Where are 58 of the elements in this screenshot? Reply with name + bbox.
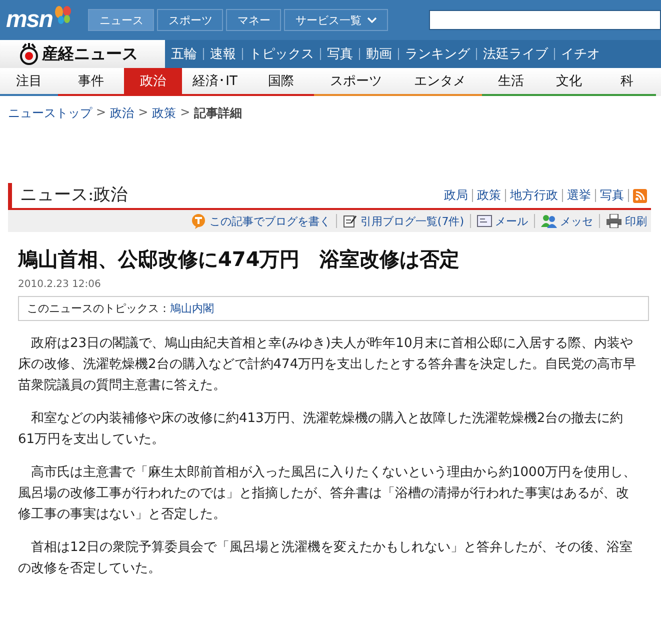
article-paragraph: 首相は12日の衆院予算委員会で「風呂場と洗濯機を変えたかもしれない」と答弁したが、その後、浴室の改修を否定していた。 (18, 539, 634, 578)
nav-tab[interactable]: マネー (226, 9, 282, 31)
article-paragraph: 高市氏は主意書で「麻生太郎前首相が入った風呂に入りたくないという理由から約1000万円を使用し、風呂場の改修工事が行われたのでは」と指摘したが、答弁書は「浴槽の清掃が行われた事実はあるが、改修工事の事実はない」と否定した。 (18, 464, 638, 524)
toolbar-link[interactable]: この記事でブログを書く (209, 214, 330, 228)
category-tab[interactable]: 文化 (540, 68, 598, 96)
logo-mark-icon (18, 43, 40, 65)
breadcrumb-separator: > (138, 105, 148, 121)
nav-link[interactable]: 写真 (321, 45, 359, 63)
nav-link[interactable]: ランキング (399, 45, 476, 63)
category-tab[interactable]: 経済･IT (182, 68, 248, 96)
category-tab[interactable]: 科 (598, 68, 656, 96)
search-field[interactable] (429, 10, 661, 30)
section-link[interactable]: 写真 (600, 187, 624, 204)
breadcrumb-current: 記事詳細 (194, 105, 242, 122)
section-link[interactable]: 政局 (444, 187, 468, 204)
breadcrumb-link[interactable]: 政治 (110, 105, 134, 122)
section-title: ニュース:政治 (20, 184, 128, 206)
toolbar-link[interactable]: メール (495, 214, 528, 228)
nav-link[interactable]: 速報 (204, 45, 242, 63)
section-link[interactable]: 政策 (477, 187, 501, 204)
chevron-icon (367, 16, 378, 24)
breadcrumb-link[interactable]: ニューストップ (8, 105, 92, 122)
butterfly-icon (53, 5, 74, 25)
toolbar-link[interactable]: 印刷 (625, 214, 647, 228)
section-link[interactable]: 地方行政 (510, 187, 558, 204)
category-tab[interactable]: スポーツ (314, 68, 398, 96)
people-icon (541, 214, 557, 228)
toolbar-link[interactable]: メッセ (560, 214, 593, 228)
toolbar-link[interactable]: 引用ブログ一覧(7件) (360, 214, 464, 228)
article-paragraph: 和室などの内装補修や床の改修に約413万円、洗濯乾燥機の購入と故障した洗濯乾燥機2台の撤去に約61万円を支出していた。 (18, 410, 624, 449)
msn-logo[interactable]: msn (6, 6, 52, 34)
breadcrumb-link[interactable]: 政策 (152, 105, 176, 122)
printer-icon (606, 214, 622, 228)
category-tab[interactable]: 生活 (482, 68, 540, 96)
speech-bubble-icon (191, 214, 206, 228)
article-headline: 鳩山首相、公邸改修に474万円 浴室改修は否定 (18, 246, 461, 273)
category-tab[interactable]: 国際 (248, 68, 314, 96)
nav-link[interactable]: イチオ (555, 45, 606, 63)
nav-link[interactable]: 法廷ライブ (477, 45, 554, 63)
category-tab[interactable]: 注目 (0, 68, 58, 96)
section-link[interactable]: 選挙 (567, 187, 591, 204)
nav-link[interactable]: トピックス (243, 45, 320, 63)
category-tab[interactable]: 政治 (124, 68, 182, 96)
topics-label: このニュースのトピックス： (27, 302, 170, 315)
nav-tab[interactable]: サービス一覧 (284, 9, 388, 31)
site-logo[interactable]: 産経ニュース (42, 44, 138, 64)
nav-link[interactable]: 動画 (360, 45, 398, 63)
article-paragraph: 政府は23日の閣議で、鳩山由紀夫首相と幸(みゆき)夫人が昨年10月末に首相公邸に入居する際、内装や床の改修、洗濯乾燥機2台の購入などで計約474万円を支出したとする答弁書を決定した。自民党の高市早苗衆院議員の質問主意書に答えた。 (18, 335, 638, 395)
topics-link[interactable]: 鳩山内閣 (170, 302, 214, 315)
breadcrumb-separator: > (96, 105, 106, 121)
mail-icon (477, 215, 492, 227)
article-date: 2010.2.23 12:06 (18, 279, 102, 290)
breadcrumb-separator: > (180, 105, 190, 121)
rss-icon[interactable] (633, 188, 647, 202)
category-tab[interactable]: エンタメ (398, 68, 482, 96)
edit-icon (343, 214, 358, 228)
nav-link[interactable]: 五輪 (165, 45, 203, 63)
nav-tab[interactable]: スポーツ (157, 9, 224, 31)
